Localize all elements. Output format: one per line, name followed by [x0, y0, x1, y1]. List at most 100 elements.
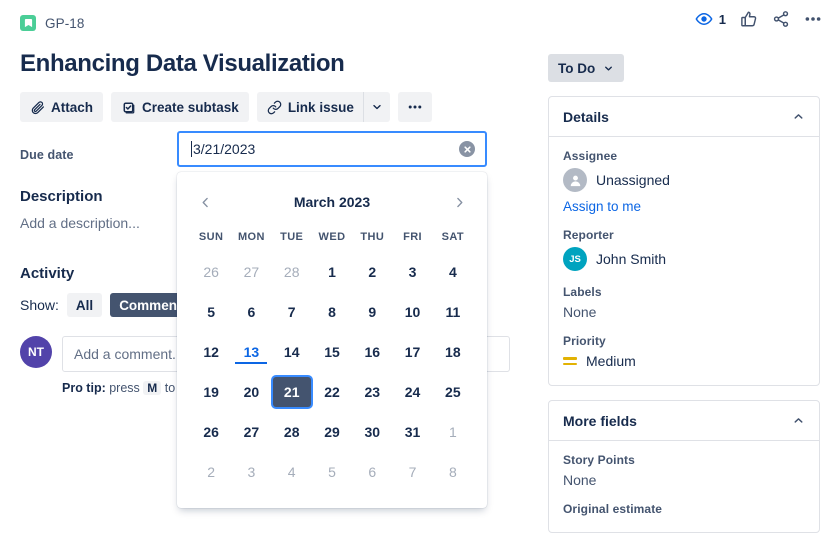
subtask-icon [121, 100, 136, 115]
eye-icon [695, 10, 713, 28]
more-fields-card-header[interactable]: More fields [549, 401, 819, 441]
reporter-value-row[interactable]: JS John Smith [563, 247, 805, 271]
calendar-day-label: 31 [404, 424, 421, 440]
calendar-day-label: 3 [408, 264, 417, 280]
calendar-day-label: 20 [243, 384, 260, 400]
calendar-day[interactable]: 28 [272, 412, 312, 452]
calendar-day[interactable]: 27 [231, 412, 271, 452]
calendar-day[interactable]: 12 [191, 332, 231, 372]
assign-to-me-link[interactable]: Assign to me [563, 199, 805, 214]
calendar-day-label: 3 [247, 464, 256, 480]
calendar-day[interactable]: 30 [352, 412, 392, 452]
assignee-value-row[interactable]: Unassigned [563, 168, 805, 192]
calendar-day-label: 23 [364, 384, 381, 400]
labels-value[interactable]: None [563, 304, 805, 320]
calendar-day[interactable]: 25 [433, 372, 473, 412]
calendar-day-label: 15 [324, 344, 340, 360]
attach-button[interactable]: Attach [20, 92, 104, 122]
filter-all-button[interactable]: All [66, 293, 103, 317]
previous-month-button[interactable] [191, 188, 219, 216]
person-icon [563, 168, 587, 192]
calendar-day[interactable]: 3 [231, 452, 271, 492]
calendar-day[interactable]: 8 [433, 452, 473, 492]
calendar-day[interactable]: 6 [352, 452, 392, 492]
calendar-day[interactable]: 11 [433, 292, 473, 332]
calendar-day-label: 1 [448, 424, 457, 440]
calendar-day-label: 4 [287, 464, 296, 480]
details-card-header[interactable]: Details [549, 97, 819, 137]
calendar-day[interactable]: 13 [231, 332, 271, 372]
calendar-day[interactable]: 6 [231, 292, 271, 332]
chevron-up-icon[interactable] [792, 110, 805, 123]
calendar-day[interactable]: 4 [433, 252, 473, 292]
calendar-day[interactable]: 31 [392, 412, 432, 452]
calendar-day-label: 30 [364, 424, 381, 440]
calendar-day[interactable]: 4 [272, 452, 312, 492]
details-card-body: Assignee Unassigned Assign to me Reporte… [549, 137, 819, 385]
issue-key[interactable]: GP-18 [45, 16, 85, 31]
calendar-day[interactable]: 10 [392, 292, 432, 332]
calendar-day[interactable]: 23 [352, 372, 392, 412]
more-actions-dropdown-button[interactable] [362, 92, 390, 122]
calendar-day-label: 7 [408, 464, 417, 480]
calendar-day[interactable]: 5 [191, 292, 231, 332]
calendar-weekday-row: SUN MON TUE WED THU FRI SAT [191, 222, 473, 252]
calendar-day-label: 14 [283, 344, 300, 360]
due-date-input[interactable]: 3/21/2023 [177, 131, 487, 167]
calendar-day[interactable]: 1 [433, 412, 473, 452]
link-issue-button[interactable]: Link issue [256, 92, 363, 122]
sidebar-more-options-button[interactable] [804, 10, 822, 28]
calendar-day[interactable]: 18 [433, 332, 473, 372]
calendar-day[interactable]: 20 [231, 372, 271, 412]
calendar-day[interactable]: 16 [352, 332, 392, 372]
calendar-day[interactable]: 5 [312, 452, 352, 492]
calendar-weekday: THU [360, 231, 385, 243]
calendar-days-grid: 26 27 28 1 2 3 4 5 6 7 8 9 10 11 12 13 14 15 16 17 18 19 20 21 2… [191, 252, 473, 492]
calendar-day[interactable]: 8 [312, 292, 352, 332]
calendar-day[interactable]: 2 [191, 452, 231, 492]
link-issue-label: Link issue [287, 99, 354, 115]
calendar-day[interactable]: 17 [392, 332, 432, 372]
calendar-day[interactable]: 14 [272, 332, 312, 372]
reporter-avatar: JS [563, 247, 587, 271]
clear-date-button[interactable] [459, 141, 475, 157]
status-dropdown-button[interactable]: To Do [548, 54, 625, 82]
date-picker-popup: March 2023 SUN MON TUE WED THU FRI SAT 26 27 28 1… [177, 172, 487, 508]
calendar-day[interactable]: 7 [392, 452, 432, 492]
watch-count: 1 [718, 11, 726, 27]
story-icon [20, 15, 36, 31]
calendar-day[interactable]: 2 [352, 252, 392, 292]
calendar-day[interactable]: 1 [312, 252, 352, 292]
calendar-day-label: 16 [364, 344, 381, 360]
calendar-day[interactable]: 24 [392, 372, 432, 412]
next-month-button[interactable] [445, 188, 473, 216]
calendar-day[interactable]: 26 [191, 412, 231, 452]
like-button[interactable] [740, 10, 758, 28]
watch-button[interactable]: 1 [695, 10, 726, 28]
story-points-value[interactable]: None [563, 472, 805, 488]
paperclip-icon [30, 100, 45, 115]
calendar-weekday: TUE [280, 231, 304, 243]
calendar-day[interactable]: 3 [392, 252, 432, 292]
calendar-day[interactable]: 28 [272, 252, 312, 292]
chevron-down-icon [371, 101, 383, 113]
calendar-day[interactable]: 22 [312, 372, 352, 412]
calendar-day-label: 5 [328, 464, 336, 480]
original-estimate-field: Original estimate [563, 502, 805, 516]
calendar-day[interactable]: 27 [231, 252, 271, 292]
labels-label: Labels [563, 285, 602, 299]
calendar-day[interactable]: 7 [272, 292, 312, 332]
more-options-button[interactable] [397, 92, 432, 122]
calendar-day[interactable]: 21 [272, 372, 312, 412]
calendar-day[interactable]: 9 [352, 292, 392, 332]
priority-value-row[interactable]: Medium [563, 353, 805, 369]
calendar-day[interactable]: 19 [191, 372, 231, 412]
calendar-day[interactable]: 29 [312, 412, 352, 452]
chevron-up-icon[interactable] [792, 414, 805, 427]
create-subtask-button[interactable]: Create subtask [111, 92, 249, 122]
calendar-day-label: 21 [272, 377, 311, 407]
share-button[interactable] [772, 10, 790, 28]
calendar-day[interactable]: 26 [191, 252, 231, 292]
more-fields-title: More fields [563, 412, 637, 429]
calendar-day[interactable]: 15 [312, 332, 352, 372]
